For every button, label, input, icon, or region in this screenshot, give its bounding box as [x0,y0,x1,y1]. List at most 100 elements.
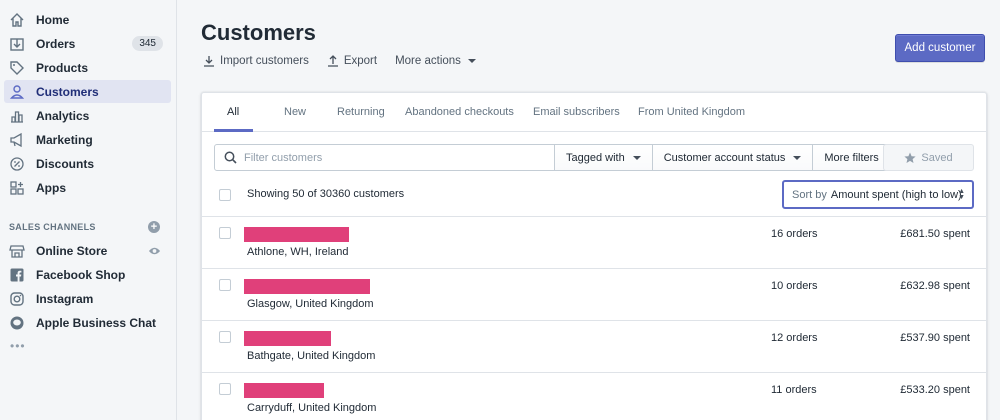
sidebar-item-products[interactable]: Products [4,56,171,79]
sidebar-item-analytics[interactable]: Analytics [4,104,171,127]
customer-orders: 11 orders [771,384,817,396]
page-title: Customers [201,20,316,45]
person-icon [8,83,26,101]
page-actions: Import customers Export More actions [203,55,494,67]
export-button[interactable]: Export [327,55,377,67]
customer-location: Bathgate, United Kingdom [247,350,376,362]
sales-channels-heading: SALES CHANNELS [9,222,96,232]
tab-from-united-kingdom[interactable]: From United Kingdom [638,106,745,118]
home-icon [8,11,26,29]
tab-email-subscribers[interactable]: Email subscribers [533,106,620,118]
sidebar-item-label: Customers [36,84,99,99]
star-icon [904,152,916,163]
search-input[interactable]: Filter customers [214,144,555,171]
export-icon [327,55,338,67]
sidebar-item-label: Instagram [36,291,94,306]
more-actions-label: More actions [395,55,461,67]
results-count: Showing 50 of 30360 customers [247,188,405,200]
customer-orders: 16 orders [771,228,818,240]
megaphone-icon [8,131,26,149]
sidebar-item-label: Analytics [36,108,90,123]
customer-spent: £537.90 spent [900,332,970,344]
chevron-down-icon [467,59,476,63]
more-actions-button[interactable]: More actions [395,55,476,67]
row-checkbox[interactable] [219,227,231,239]
sidebar-item-label: Orders [36,36,76,51]
import-label: Import customers [220,55,309,67]
tab-abandoned-checkouts[interactable]: Abandoned checkouts [405,106,514,118]
sidebar-item-label: Apps [36,180,66,195]
select-arrows-icon: ▲ ▼ [958,188,965,201]
filter-bar: Filter customers Tagged with Customer ac… [214,144,891,171]
customer-orders: 10 orders [771,280,818,292]
customer-spent: £533.20 spent [900,384,970,396]
customer-orders: 12 orders [771,332,818,344]
tag-icon [8,59,26,77]
instagram-icon [8,290,26,308]
apps-icon [8,179,26,197]
sidebar-item-label: Apple Business Chat [36,315,157,330]
chat-icon [8,314,26,332]
saved-label: Saved [921,151,953,164]
select-all-checkbox[interactable] [219,189,231,201]
eye-icon[interactable] [148,246,161,256]
tab-all[interactable]: All [227,106,239,118]
search-placeholder: Filter customers [244,151,323,164]
redacted-name [244,279,370,294]
table-row[interactable]: Glasgow, United Kingdom 10 orders £632.9… [202,268,986,320]
row-checkbox[interactable] [219,331,231,343]
saved-button[interactable]: Saved [883,144,974,171]
sidebar-item-instagram[interactable]: Instagram [4,287,171,310]
row-checkbox[interactable] [219,279,231,291]
tagged-with-filter[interactable]: Tagged with [555,144,653,171]
customer-location: Carryduff, United Kingdom [247,402,377,414]
tab-returning[interactable]: Returning [337,106,385,118]
account-status-label: Customer account status [663,151,786,164]
active-tab-indicator [214,129,253,132]
tab-bar: All New Returning Abandoned checkouts Em… [202,93,986,132]
search-icon [224,151,237,164]
chevron-down-icon [632,155,641,160]
orders-count-badge: 345 [132,36,163,51]
add-channel-icon[interactable]: + [148,221,160,233]
table-row[interactable]: Bathgate, United Kingdom 12 orders £537.… [202,320,986,372]
facebook-icon [8,266,26,284]
sidebar-item-orders[interactable]: Orders 345 [4,32,171,55]
table-row[interactable]: Carryduff, United Kingdom 11 orders £533… [202,372,986,420]
sidebar-item-label: Home [36,12,70,27]
bar-chart-icon [8,107,26,125]
sort-select[interactable]: Sort by Amount spent (high to low) ▲ ▼ [782,180,974,209]
sidebar-item-customers[interactable]: Customers [4,80,171,103]
sidebar-item-apple-business-chat[interactable]: Apple Business Chat [4,311,171,334]
redacted-name [244,331,331,346]
add-customer-button[interactable]: Add customer [895,34,985,62]
account-status-filter[interactable]: Customer account status [652,144,814,171]
store-icon [8,242,26,260]
sidebar-item-discounts[interactable]: Discounts [4,152,171,175]
table-row[interactable]: Athlone, WH, Ireland 16 orders £681.50 s… [202,216,986,268]
sidebar-item-label: Marketing [36,132,93,147]
discount-icon [8,155,26,173]
sidebar-item-label: Online Store [36,243,108,258]
more-filters-button[interactable]: More filters [813,144,891,171]
sidebar-item-home[interactable]: Home [4,8,171,31]
sidebar: Home Orders 345 Products Customers Analy… [0,0,177,420]
sidebar-item-label: Facebook Shop [36,267,126,282]
import-customers-button[interactable]: Import customers [203,55,309,67]
more-channels-button[interactable]: ••• [10,339,26,353]
row-checkbox[interactable] [219,383,231,395]
sidebar-item-apps[interactable]: Apps [4,176,171,199]
tagged-with-label: Tagged with [566,151,625,164]
sidebar-item-online-store[interactable]: Online Store [4,239,171,262]
sidebar-item-facebook-shop[interactable]: Facebook Shop [4,263,171,286]
sort-label: Sort by [792,188,827,201]
tab-new[interactable]: New [284,106,306,118]
customer-location: Glasgow, United Kingdom [247,298,374,310]
customer-spent: £632.98 spent [900,280,970,292]
sidebar-item-marketing[interactable]: Marketing [4,128,171,151]
customer-location: Athlone, WH, Ireland [247,246,349,258]
sidebar-item-label: Products [36,60,89,75]
sort-value: Amount spent (high to low) [830,188,962,201]
export-label: Export [343,55,378,67]
sidebar-item-label: Discounts [36,156,95,171]
